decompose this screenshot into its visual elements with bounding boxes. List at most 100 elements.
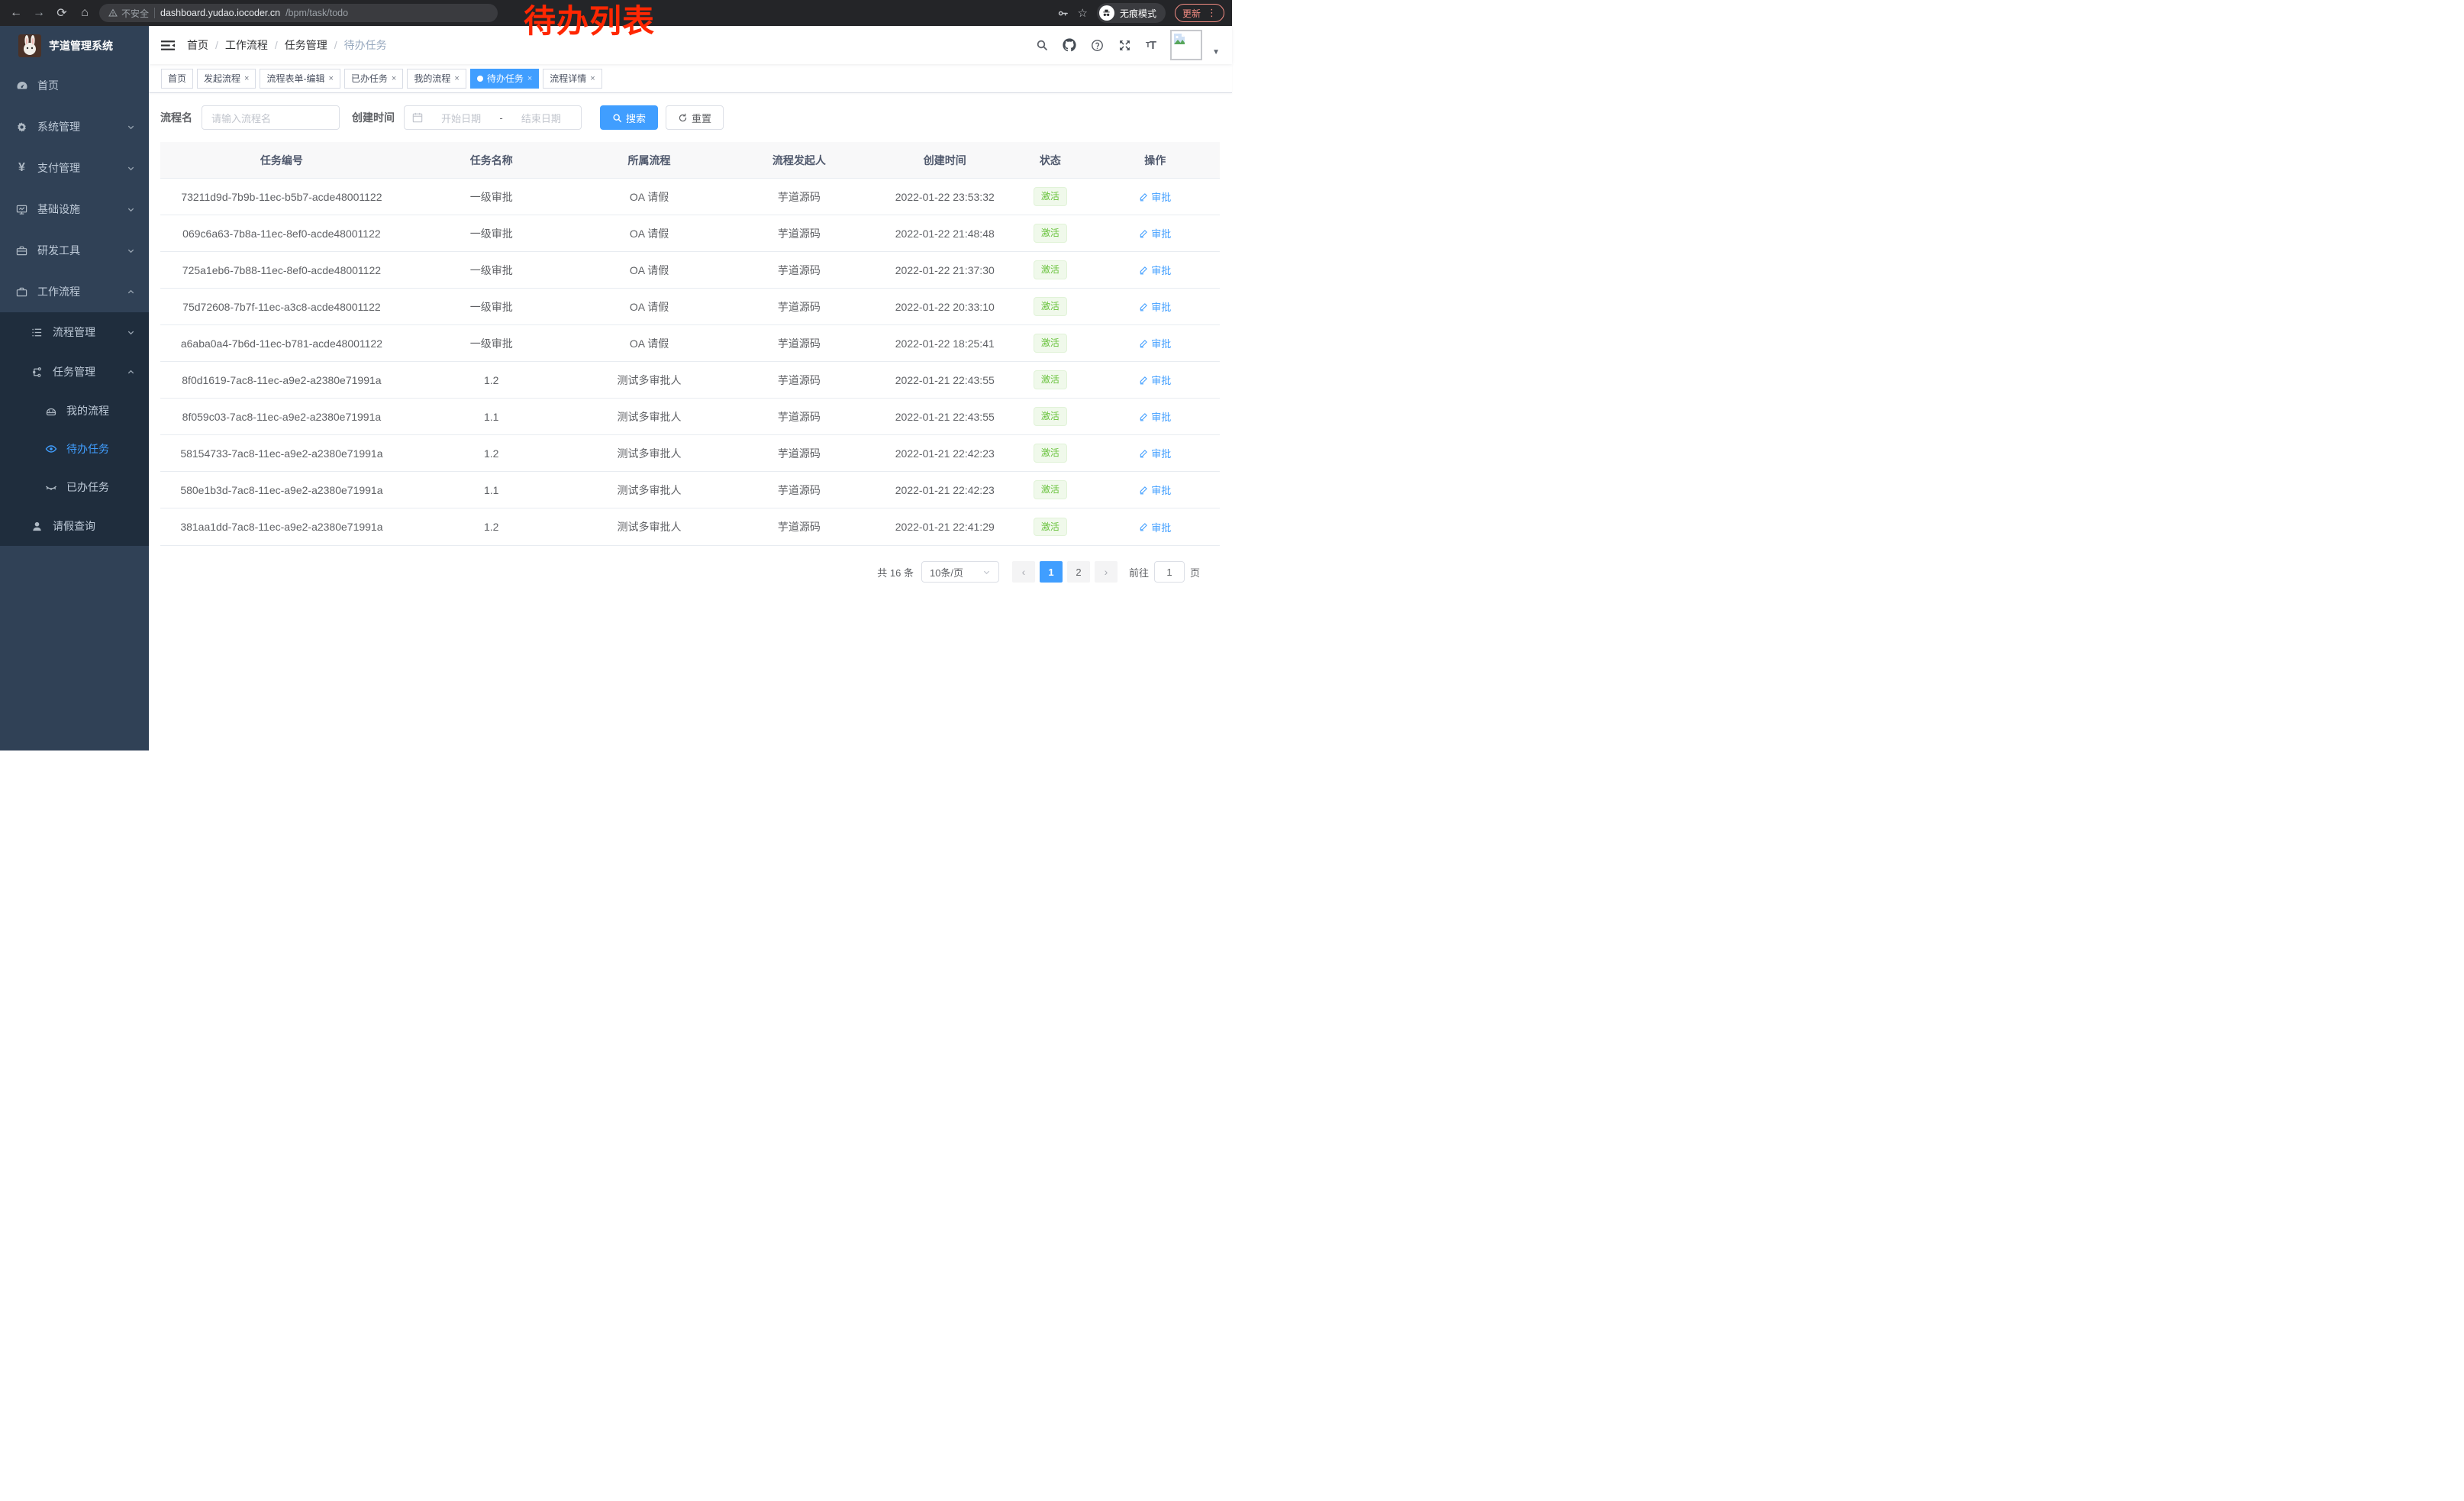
status-badge: 激活: [1034, 297, 1067, 316]
status-badge: 激活: [1034, 444, 1067, 463]
github-icon[interactable]: [1063, 38, 1076, 52]
cell-initiator: 芋道源码: [718, 519, 879, 534]
sidebar-item-my-process[interactable]: 我的流程: [0, 392, 149, 430]
dashboard-icon: [15, 79, 28, 92]
briefcase-icon: [15, 286, 28, 298]
col-task-name: 任务名称: [403, 153, 580, 168]
sidebar-item-label: 流程管理: [53, 324, 127, 340]
approve-button[interactable]: 审批: [1139, 189, 1171, 204]
goto-page-input[interactable]: 1: [1154, 561, 1185, 583]
security-warning[interactable]: 不安全: [108, 7, 149, 20]
sidebar-item-home[interactable]: 首页: [0, 65, 149, 106]
next-page-button[interactable]: ›: [1095, 561, 1118, 583]
prev-page-button[interactable]: ‹: [1012, 561, 1035, 583]
security-label: 不安全: [121, 7, 149, 20]
search-icon[interactable]: [1036, 39, 1048, 51]
sidebar-item-payment[interactable]: ¥ 支付管理: [0, 147, 149, 189]
incognito-icon: [1099, 5, 1114, 21]
app-logo[interactable]: 芋道管理系统: [0, 26, 149, 65]
page-size-select[interactable]: 10条/页: [921, 561, 999, 583]
cell-status: 激活: [1010, 297, 1090, 316]
tab-form-edit[interactable]: 流程表单-编辑×: [260, 69, 340, 89]
tab-my-process[interactable]: 我的流程×: [407, 69, 466, 89]
browser-menu-icon[interactable]: ⋮: [1207, 7, 1217, 19]
approve-button[interactable]: 审批: [1139, 483, 1171, 497]
close-icon[interactable]: ×: [244, 74, 249, 83]
approve-button[interactable]: 审批: [1139, 336, 1171, 350]
edit-pencil-icon: [1139, 192, 1148, 202]
browser-back-icon[interactable]: ←: [8, 6, 24, 20]
edit-pencil-icon: [1139, 449, 1148, 458]
eye-icon: [44, 443, 57, 455]
approve-button[interactable]: 审批: [1139, 409, 1171, 424]
address-bar[interactable]: 不安全 dashboard.yudao.iocoder.cn/bpm/task/…: [99, 4, 498, 22]
chevron-up-icon: [127, 288, 135, 296]
cell-status: 激活: [1010, 444, 1090, 463]
cell-created: 2022-01-22 23:53:32: [879, 191, 1010, 203]
approve-button[interactable]: 审批: [1139, 299, 1171, 314]
approve-button[interactable]: 审批: [1139, 520, 1171, 534]
close-icon[interactable]: ×: [328, 74, 333, 83]
sidebar-item-system[interactable]: 系统管理: [0, 106, 149, 147]
approve-button[interactable]: 审批: [1139, 373, 1171, 387]
sidebar-item-leave-query[interactable]: 请假查询: [0, 506, 149, 546]
avatar[interactable]: [1170, 30, 1202, 60]
cell-actions: 审批: [1091, 520, 1220, 534]
tab-process-detail[interactable]: 流程详情×: [543, 69, 601, 89]
sidebar-item-todo-tasks[interactable]: 待办任务: [0, 430, 149, 468]
incognito-label: 无痕模式: [1120, 7, 1156, 20]
approve-button[interactable]: 审批: [1139, 226, 1171, 240]
chevron-down-icon: [982, 568, 991, 576]
cell-task-name: 1.2: [403, 374, 580, 386]
status-badge: 激活: [1034, 480, 1067, 499]
close-icon[interactable]: ×: [527, 74, 532, 83]
cell-created: 2022-01-22 20:33:10: [879, 301, 1010, 313]
page-button-2[interactable]: 2: [1067, 561, 1090, 583]
cell-created: 2022-01-21 22:42:23: [879, 484, 1010, 496]
pagination: 共 16 条 10条/页 ‹ 1 2 › 前往 1 页: [160, 561, 1220, 583]
cell-process: 测试多审批人: [580, 373, 719, 388]
breadcrumb-item[interactable]: 任务管理: [285, 37, 327, 53]
browser-forward-icon[interactable]: →: [31, 6, 47, 20]
sidebar-item-infrastructure[interactable]: 基础设施: [0, 189, 149, 230]
browser-home-icon[interactable]: ⌂: [76, 6, 93, 20]
page-size-value: 10条/页: [930, 565, 963, 579]
breadcrumb-item[interactable]: 工作流程: [225, 37, 268, 53]
cell-process: 测试多审批人: [580, 409, 719, 424]
browser-reload-icon[interactable]: ⟳: [53, 5, 70, 21]
approve-button[interactable]: 审批: [1139, 446, 1171, 460]
sidebar-collapse-icon[interactable]: [161, 40, 175, 51]
close-icon[interactable]: ×: [590, 74, 595, 83]
col-initiator: 流程发起人: [718, 153, 879, 168]
font-size-icon[interactable]: TT: [1146, 39, 1156, 52]
tab-start-process[interactable]: 发起流程×: [197, 69, 256, 89]
bookmark-star-icon[interactable]: ☆: [1078, 6, 1088, 20]
tab-todo-tasks[interactable]: 待办任务×: [470, 69, 539, 89]
cell-task-id: 58154733-7ac8-11ec-a9e2-a2380e71991a: [160, 447, 403, 460]
page-button-1[interactable]: 1: [1040, 561, 1063, 583]
tab-done-tasks[interactable]: 已办任务×: [344, 69, 403, 89]
close-icon[interactable]: ×: [392, 74, 396, 83]
caret-down-icon[interactable]: ▼: [1212, 48, 1220, 56]
search-button[interactable]: 搜索: [600, 105, 658, 130]
password-key-icon[interactable]: [1057, 8, 1069, 19]
process-name-input[interactable]: 请输入流程名: [202, 105, 340, 130]
approve-button[interactable]: 审批: [1139, 263, 1171, 277]
top-navbar: 首页 / 工作流程 / 任务管理 / 待办任务 TT: [149, 26, 1232, 64]
cell-created: 2022-01-21 22:43:55: [879, 411, 1010, 423]
sidebar-item-workflow[interactable]: 工作流程: [0, 271, 149, 312]
fullscreen-icon[interactable]: [1118, 39, 1131, 52]
browser-update-button[interactable]: 更新 ⋮: [1175, 4, 1224, 22]
sidebar-item-process-mgmt[interactable]: 流程管理: [0, 312, 149, 352]
breadcrumb-item[interactable]: 首页: [187, 37, 208, 53]
app-title: 芋道管理系统: [49, 38, 113, 53]
sidebar-item-devtools[interactable]: 研发工具: [0, 230, 149, 271]
date-range-picker[interactable]: 开始日期 - 结束日期: [404, 105, 582, 130]
sidebar-item-done-tasks[interactable]: 已办任务: [0, 468, 149, 506]
tab-home[interactable]: 首页: [161, 69, 193, 89]
help-icon[interactable]: [1091, 39, 1104, 52]
reset-button[interactable]: 重置: [666, 105, 724, 130]
sidebar-item-task-mgmt[interactable]: 任务管理: [0, 352, 149, 392]
close-icon[interactable]: ×: [454, 74, 459, 83]
table-row: 75d72608-7b7f-11ec-a3c8-acde48001122 一级审…: [160, 289, 1220, 325]
